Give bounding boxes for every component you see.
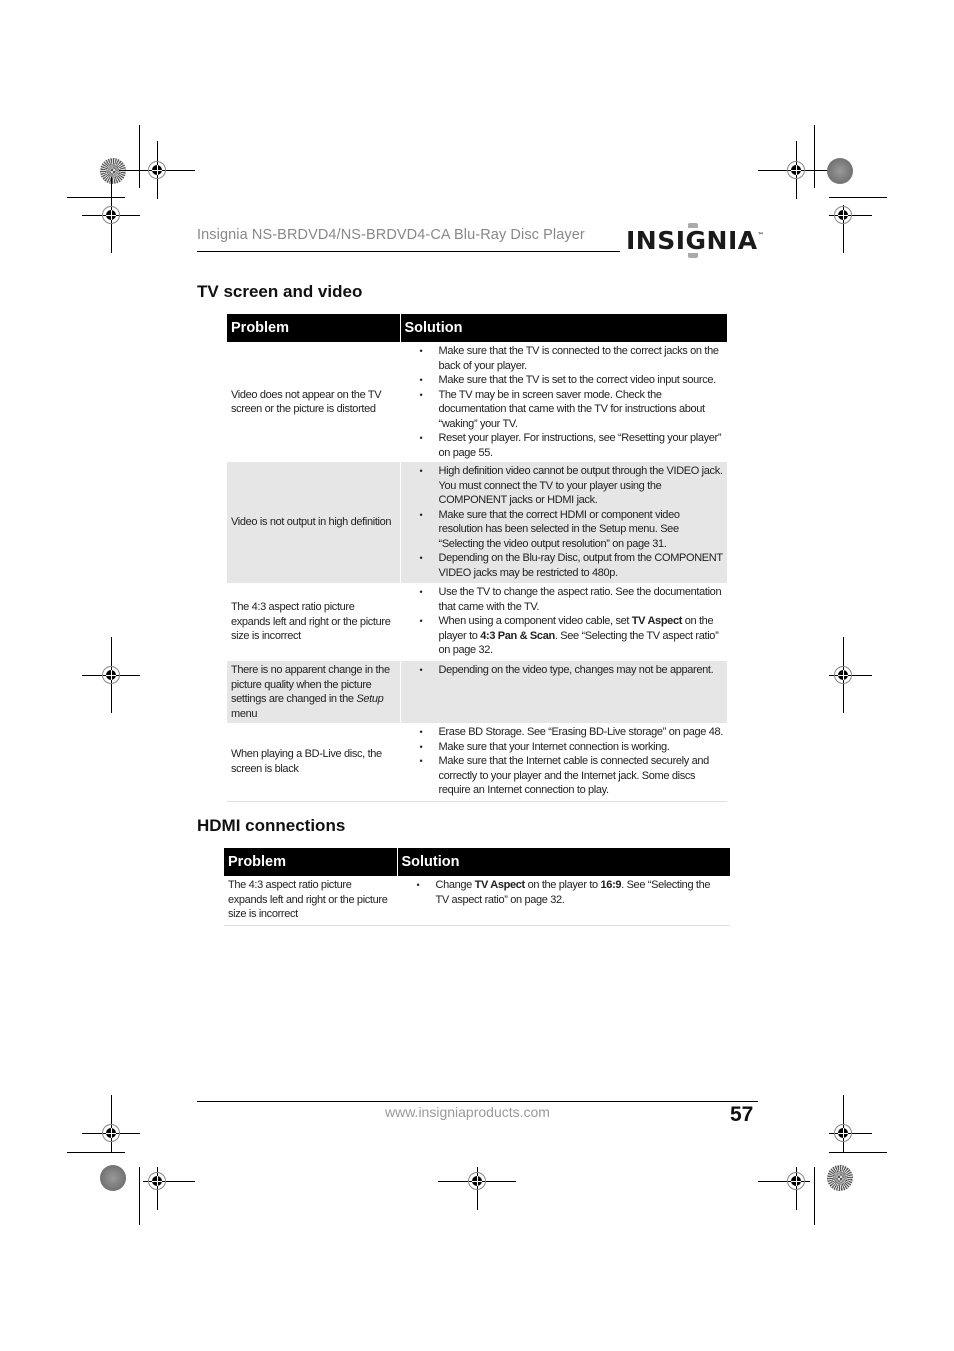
solution-item: Make sure that the TV is connected to th… [420,344,724,373]
crop-line [814,125,815,188]
solution-item: Use the TV to change the aspect ratio. S… [420,585,724,614]
solution-item: High definition video cannot be output t… [420,464,724,508]
solution-cell: Erase BD Storage. See “Erasing BD-Live s… [400,723,727,802]
crop-line [67,197,125,198]
problem-cell: The 4:3 aspect ratio picture expands lef… [224,876,398,926]
solution-item: Depending on the Blu-ray Disc, output fr… [420,551,724,580]
table-row: Video is not output in high definition H… [227,462,727,583]
solution-item: When using a component video cable, set … [420,614,724,658]
insignia-logo: INSIGNIA™ [626,226,764,255]
gray-rosette-icon [100,1165,126,1191]
gray-rosette-icon [827,158,853,184]
section-heading-tv-screen: TV screen and video [197,282,363,301]
solution-list: Use the TV to change the aspect ratio. S… [405,585,724,658]
text-run: on the player to [524,879,601,891]
setting-name: TV Aspect [474,879,526,891]
solution-item: Make sure that your Internet connection … [420,740,724,755]
solution-item: Make sure that the TV is set to the corr… [420,373,724,388]
column-header-problem: Problem [227,314,401,342]
setting-value: 4:3 Pan & Scan [480,629,555,642]
problem-cell: There is no apparent change in the pictu… [227,661,401,723]
solution-cell: High definition video cannot be output t… [400,462,727,583]
column-header-problem: Problem [224,848,398,876]
text-run: Change [435,879,475,891]
tv-screen-troubleshooting-table: Problem Solution Video does not appear o… [227,314,727,802]
hdmi-troubleshooting-table: Problem Solution The 4:3 aspect ratio pi… [224,848,730,926]
solution-cell: Use the TV to change the aspect ratio. S… [400,583,727,661]
solution-list: High definition video cannot be output t… [405,464,724,580]
solution-cell: Make sure that the TV is connected to th… [400,342,727,462]
table-row: There is no apparent change in the pictu… [227,661,727,723]
logo-text: INSIGNIA [626,226,758,255]
solution-item: Make sure that the Internet cable is con… [420,754,724,798]
footer-website-link[interactable]: www.insigniaproducts.com [385,1104,550,1120]
solution-cell: Change TV Aspect on the player to 16:9. … [397,876,730,926]
column-header-solution: Solution [397,848,730,876]
problem-cell: Video is not output in high definition [227,462,401,583]
problem-cell: Video does not appear on the TV screen o… [227,342,401,462]
document-title: Insignia NS-BRDVD4/NS-BRDVD4-CA Blu-Ray … [197,227,585,243]
text-run: menu [231,707,258,720]
solution-item: Change TV Aspect on the player to 16:9. … [417,878,727,907]
table-header-row: Problem Solution [227,314,727,342]
solution-item: Depending on the video type, changes may… [420,663,724,678]
crop-line [139,1167,140,1225]
solution-list: Erase BD Storage. See “Erasing BD-Live s… [405,725,724,798]
setting-value: 16:9 [600,879,622,891]
table-row: The 4:3 aspect ratio picture expands lef… [227,583,727,661]
column-header-solution: Solution [400,314,727,342]
crop-line [139,125,140,188]
setting-name: TV Aspect [631,615,683,627]
solution-item: Make sure that the correct HDMI or compo… [420,508,724,552]
table-row: When playing a BD-Live disc, the screen … [227,723,727,802]
solution-list: Change TV Aspect on the player to 16:9. … [402,878,727,907]
table-row: Video does not appear on the TV screen o… [227,342,727,462]
table-row: The 4:3 aspect ratio picture expands lef… [224,876,730,926]
solution-list: Depending on the video type, changes may… [405,663,724,678]
page-number: 57 [730,1103,754,1126]
crop-line [814,1167,815,1225]
crop-line [829,1152,887,1153]
crop-line [829,197,887,198]
problem-cell: When playing a BD-Live disc, the screen … [227,723,401,802]
footer-rule [197,1101,758,1102]
trademark-symbol: ™ [757,232,765,239]
solution-item: Reset your player. For instructions, see… [420,431,724,460]
color-rosette-icon [100,158,126,184]
solution-item: Erase BD Storage. See “Erasing BD-Live s… [420,725,724,740]
crop-line [67,1152,125,1153]
solution-item: The TV may be in screen saver mode. Chec… [420,388,724,432]
solution-cell: Depending on the video type, changes may… [400,661,727,723]
table-header-row: Problem Solution [224,848,730,876]
section-heading-hdmi: HDMI connections [197,816,346,835]
text-run: When using a component video cable, set [438,615,632,627]
color-rosette-icon [827,1165,853,1191]
menu-name: Setup [356,693,384,705]
header-rule [197,251,620,252]
problem-cell: The 4:3 aspect ratio picture expands lef… [227,583,401,661]
solution-list: Make sure that the TV is connected to th… [405,344,724,460]
